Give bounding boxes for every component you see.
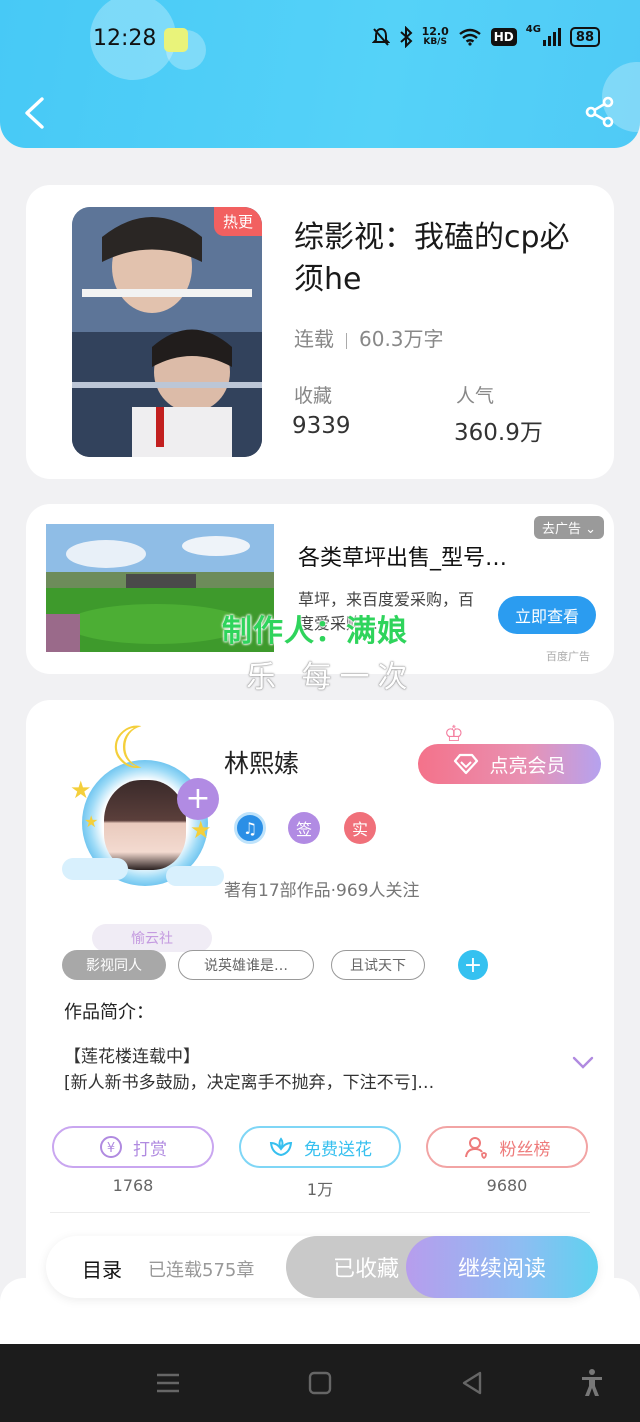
tag-item[interactable]: 且试天下	[331, 950, 425, 980]
author-stats: 著有17部作品·969人关注	[224, 881, 420, 901]
chapter-count[interactable]: 已连载575章	[148, 1256, 254, 1282]
book-cover-image[interactable]: 热更	[72, 207, 262, 457]
back-triangle-icon[interactable]	[456, 1368, 488, 1398]
vip-button-label: 点亮会员	[489, 754, 566, 777]
bottom-action-bar: 目录 已连载575章 已收藏 继续阅读	[46, 1236, 598, 1298]
favorites-value: 9339	[292, 413, 351, 439]
reward-label: 打赏	[133, 1139, 167, 1160]
avatar-portrait	[104, 780, 186, 870]
star-icon: ★	[84, 812, 99, 831]
follow-plus-button[interactable]: +	[177, 778, 219, 820]
fans-ranking-button[interactable]: 粉丝榜	[426, 1126, 588, 1168]
tag-item[interactable]: 影视同人	[62, 950, 166, 980]
battery-level: 88	[575, 29, 594, 45]
fans-ranking-label: 粉丝榜	[499, 1139, 551, 1160]
cover-art	[72, 207, 262, 457]
battery-icon: 88	[569, 27, 600, 47]
send-flower-label: 免费送花	[304, 1139, 372, 1160]
star-icon: ★	[70, 776, 92, 804]
reward-count: 1768	[112, 1176, 154, 1195]
club-badge: 愉云社	[92, 924, 212, 952]
continue-reading-button[interactable]: 继续阅读	[406, 1236, 598, 1298]
author-avatar[interactable]: ☾ ★ ★ ★ + 愉云社	[62, 714, 224, 952]
flower-count: 1万	[306, 1180, 334, 1199]
system-nav-bar	[0, 1344, 640, 1422]
book-title: 综影视：我磕的cp必须he	[294, 220, 570, 297]
intro-line: [新人新书多鼓励，决定离手不抛弃，下注不亏]…	[64, 1073, 435, 1093]
back-chevron-icon[interactable]	[22, 96, 46, 130]
net-speed-value: 12.0	[421, 25, 449, 38]
status-bar: 12:28 12.0 KB/S HD 4G 88	[0, 18, 640, 62]
bluetooth-icon	[399, 24, 413, 50]
meta-separator	[346, 332, 347, 349]
status-icons: 12.0 KB/S HD 4G 88	[371, 24, 600, 50]
book-word-count: 60.3万字	[359, 327, 444, 351]
ad-source: 百度广告	[546, 650, 590, 663]
star-icon: ★	[190, 816, 212, 844]
send-flower-button[interactable]: 免费送花	[239, 1126, 401, 1168]
vip-activate-button[interactable]: 点亮会员	[418, 744, 601, 784]
hd-icon: HD	[490, 28, 517, 46]
menu-icon[interactable]	[152, 1368, 184, 1398]
book-status: 连载	[294, 327, 334, 351]
reward-button[interactable]: ¥ 打赏	[52, 1126, 214, 1168]
add-tag-button[interactable]: +	[458, 950, 488, 980]
remove-ad-label: 去广告	[541, 522, 581, 537]
cloud-decor	[166, 866, 224, 886]
net-speed-unit: KB/S	[423, 37, 447, 47]
yen-coin-icon: ¥	[100, 1136, 122, 1158]
svg-text:¥: ¥	[107, 1141, 115, 1156]
moon-icon: ☾	[110, 714, 162, 782]
favorites-label: 收藏	[294, 385, 333, 407]
music-badge: ♫	[234, 812, 266, 844]
mute-bell-icon	[371, 24, 390, 50]
signal-icon: 4G	[526, 24, 561, 50]
diamond-icon	[454, 753, 479, 775]
intro-label: 作品简介：	[64, 1002, 154, 1023]
verified-badge: 实	[344, 812, 376, 844]
status-time: 12:28	[93, 26, 157, 51]
cloud-decor	[62, 858, 128, 880]
remove-ad-button[interactable]: 去广告 ⌄	[533, 516, 604, 539]
signed-badge: 签	[288, 812, 320, 844]
watermark-subtitle: 乐 每一次	[246, 660, 416, 695]
fans-user-icon	[464, 1137, 487, 1159]
author-name[interactable]: 林熙嫊	[224, 744, 299, 780]
hot-update-badge: 热更	[213, 207, 262, 236]
app-notification-icon	[164, 28, 188, 52]
net-speed: 12.0 KB/S	[422, 24, 449, 50]
catalog-button[interactable]: 目录	[82, 1254, 122, 1283]
ad-view-button[interactable]: 立即查看	[498, 596, 596, 634]
watermark-maker: 制作人：满娘	[222, 614, 408, 649]
accessibility-icon[interactable]	[576, 1368, 608, 1398]
popularity-label: 人气	[456, 385, 495, 407]
tag-item[interactable]: 说英雄谁是…	[178, 950, 314, 980]
fans-count: 9680	[486, 1176, 528, 1195]
intro-line: 【莲花楼连载中】	[64, 1047, 200, 1067]
share-icon[interactable]	[584, 96, 616, 128]
home-square-icon[interactable]	[304, 1368, 336, 1398]
flower-icon	[269, 1137, 293, 1157]
signal-label: 4G	[525, 24, 541, 35]
divider	[50, 1212, 590, 1213]
popularity-value: 360.9万	[454, 420, 543, 446]
book-info-card: 热更 综影视：我磕的cp必须he 连载 60.3万字 收藏 9339 人气 360…	[26, 185, 614, 479]
wifi-icon	[458, 24, 482, 50]
book-meta: 连载 60.3万字	[294, 323, 444, 352]
ad-title: 各类草坪出售_型号…	[298, 546, 508, 571]
top-header: 12:28 12.0 KB/S HD 4G 88	[0, 0, 640, 148]
expand-chevron-icon[interactable]	[572, 1056, 594, 1070]
